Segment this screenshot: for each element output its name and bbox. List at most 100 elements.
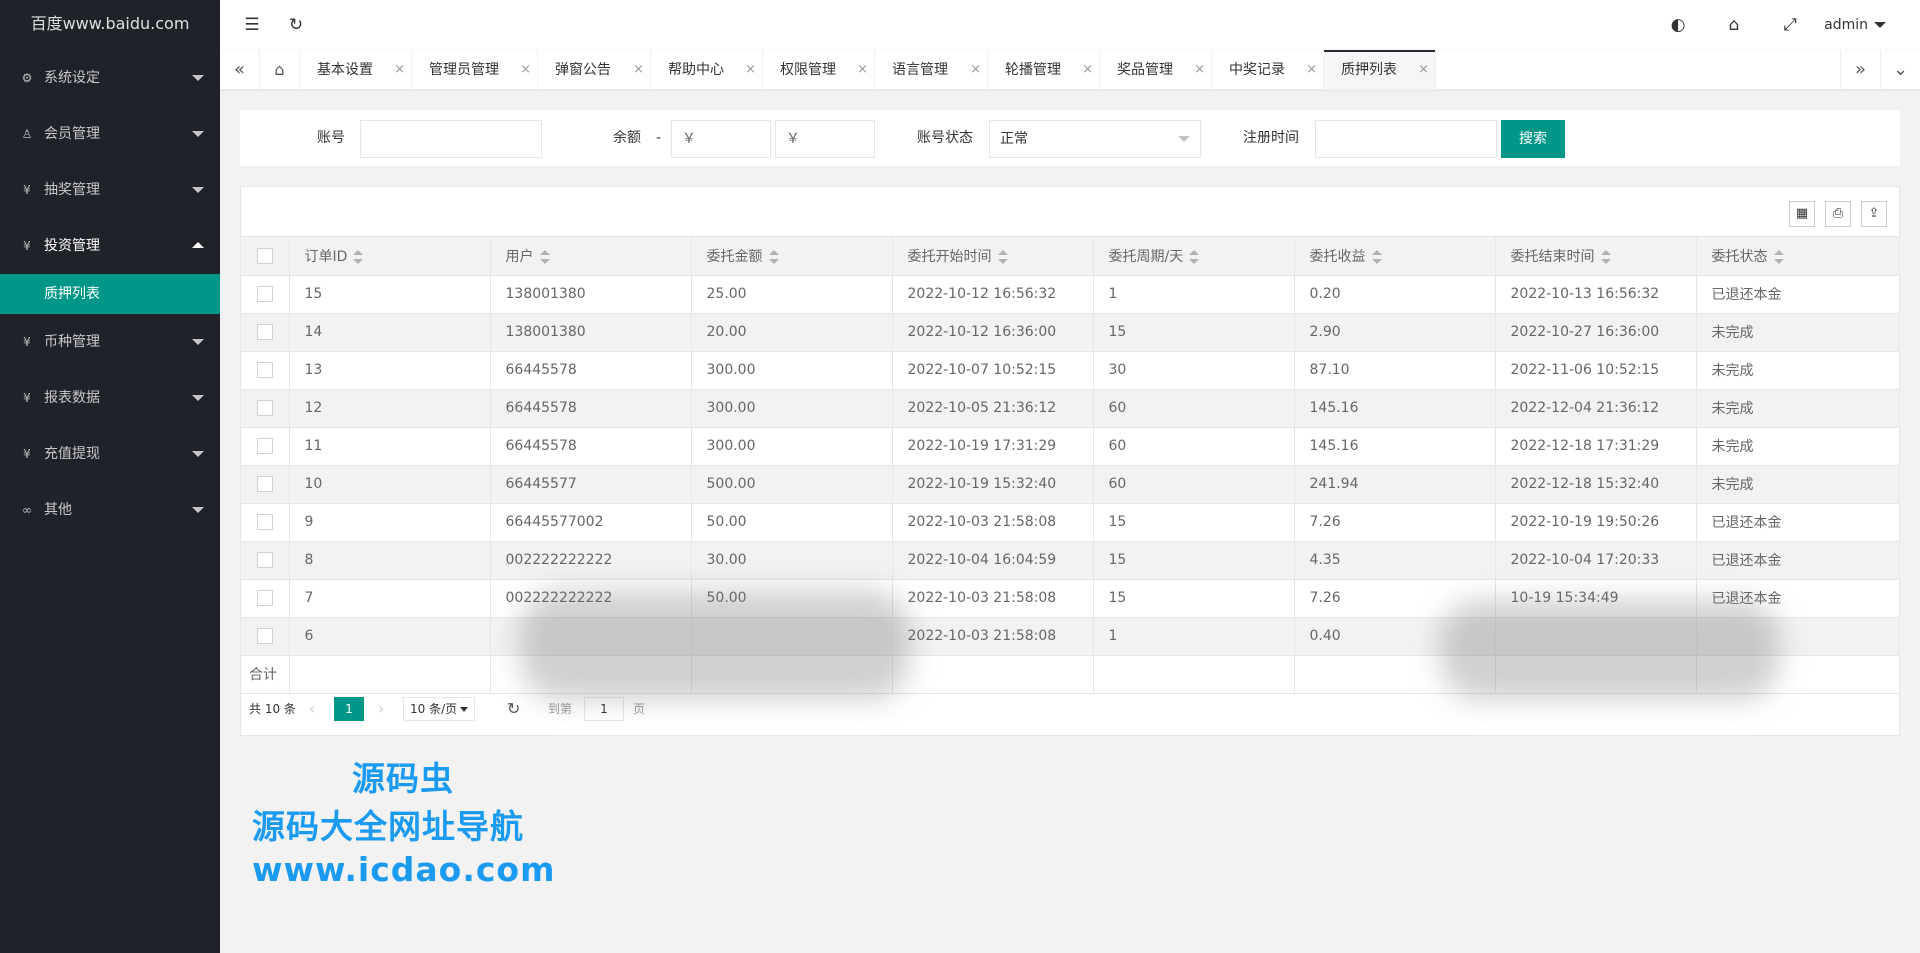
print-icon[interactable]: ⎙: [1825, 201, 1851, 227]
table-cell: 66445577: [490, 465, 692, 504]
close-icon[interactable]: ×: [1418, 50, 1429, 90]
page-size-select[interactable]: 10 条/页: [403, 697, 475, 721]
columns-filter-icon[interactable]: ▦: [1789, 201, 1815, 227]
sidebar-item[interactable]: ¥ 充值提现: [0, 426, 220, 482]
column-header[interactable]: 订单ID: [289, 237, 491, 276]
total-cell: [1093, 655, 1295, 694]
export-icon[interactable]: ⇪: [1861, 201, 1887, 227]
column-header[interactable]: 用户: [490, 237, 692, 276]
close-icon[interactable]: ×: [970, 50, 981, 90]
select-all-checkbox[interactable]: [256, 247, 273, 264]
tab[interactable]: 质押列表 ×: [1324, 50, 1436, 90]
yen-circle-icon: ¥: [23, 391, 31, 405]
menu-toggle-icon[interactable]: ☰: [232, 0, 272, 50]
close-icon[interactable]: ×: [857, 50, 868, 90]
sort-icon[interactable]: [1189, 249, 1200, 264]
prev-page-icon[interactable]: ‹: [309, 689, 315, 729]
row-checkbox[interactable]: [256, 324, 273, 340]
sort-icon[interactable]: [1371, 249, 1382, 264]
row-checkbox[interactable]: [256, 362, 273, 378]
reg-time-label: 注册时间: [1243, 130, 1299, 146]
row-checkbox[interactable]: [256, 286, 273, 302]
table-cell: 10: [289, 465, 491, 504]
row-checkbox[interactable]: [256, 514, 273, 530]
sort-icon[interactable]: [997, 249, 1008, 264]
column-header[interactable]: 委托金额: [691, 237, 893, 276]
tab[interactable]: 奖品管理 ×: [1100, 50, 1212, 90]
sidebar-item[interactable]: ⚙ 系统设定: [0, 50, 220, 106]
refresh-page-icon[interactable]: ↻: [507, 689, 520, 729]
row-checkbox[interactable]: [256, 476, 273, 492]
refresh-icon[interactable]: ↻: [276, 0, 316, 50]
theme-icon[interactable]: ◐: [1658, 0, 1698, 50]
row-checkbox[interactable]: [256, 400, 273, 416]
sidebar-subitem-active[interactable]: 质押列表: [0, 274, 220, 314]
close-icon[interactable]: ×: [520, 50, 531, 90]
close-icon[interactable]: ×: [745, 50, 756, 90]
user-menu[interactable]: admin: [1824, 0, 1886, 50]
account-input[interactable]: [360, 120, 542, 158]
tab[interactable]: 管理员管理 ×: [412, 50, 538, 90]
column-header[interactable]: 委托收益: [1294, 237, 1496, 276]
column-header-label: 用户: [505, 248, 534, 265]
goto-page-input[interactable]: 1: [584, 697, 624, 721]
search-button[interactable]: 搜索: [1501, 120, 1565, 158]
sidebar-item[interactable]: ¥ 抽奖管理: [0, 162, 220, 218]
row-checkbox[interactable]: [256, 590, 273, 606]
sidebar-item[interactable]: ¥ 报表数据: [0, 370, 220, 426]
tab[interactable]: 弹窗公告 ×: [538, 50, 651, 90]
column-header[interactable]: 委托状态: [1696, 237, 1899, 276]
table-cell: 已退还本金: [1696, 541, 1899, 580]
sidebar-item[interactable]: ¥ 投资管理: [0, 218, 220, 274]
row-checkbox[interactable]: [256, 438, 273, 454]
table-cell: 7: [289, 579, 491, 618]
balance-max-input[interactable]: ￥: [775, 120, 875, 158]
close-icon[interactable]: ×: [1082, 50, 1093, 90]
table-cell: 241.94: [1294, 465, 1496, 504]
tab[interactable]: 基本设置 ×: [300, 50, 412, 90]
sidebar-item[interactable]: ∞ 其他: [0, 482, 220, 538]
row-checkbox[interactable]: [256, 628, 273, 644]
sort-icon[interactable]: [768, 249, 779, 264]
tag-icon[interactable]: ⌂: [1714, 0, 1754, 50]
next-page-icon[interactable]: ›: [378, 689, 384, 729]
sidebar-item-label: 抽奖管理: [44, 182, 100, 198]
tab[interactable]: 轮播管理 ×: [988, 50, 1100, 90]
tabs-prev-icon[interactable]: «: [220, 50, 260, 90]
close-icon[interactable]: ×: [1194, 50, 1205, 90]
tab[interactable]: 语言管理 ×: [875, 50, 988, 90]
tab[interactable]: 中奖记录 ×: [1212, 50, 1324, 90]
sort-icon[interactable]: [1600, 249, 1611, 264]
row-checkbox[interactable]: [256, 552, 273, 568]
chevron-down-icon: [1178, 136, 1190, 142]
chevron-down-icon: [192, 187, 204, 193]
tabs-next-icon[interactable]: »: [1840, 50, 1880, 90]
table-cell: 13: [289, 351, 491, 390]
fullscreen-icon[interactable]: ⤢: [1770, 0, 1810, 50]
reg-time-input[interactable]: [1315, 120, 1497, 158]
sidebar-item[interactable]: ♙ 会员管理: [0, 106, 220, 162]
sidebar-item[interactable]: ¥ 币种管理: [0, 314, 220, 370]
table-row: 12 66445578 300.00 2022-10-05 21:36:12 60 145…: [241, 389, 1899, 428]
sort-icon[interactable]: [539, 249, 550, 264]
close-icon[interactable]: ×: [1306, 50, 1317, 90]
status-select[interactable]: 正常: [989, 120, 1201, 158]
sidebar-item-label: 投资管理: [44, 238, 100, 254]
sort-icon[interactable]: [353, 249, 364, 264]
gear-icon: ⚙: [21, 71, 33, 85]
close-icon[interactable]: ×: [394, 50, 405, 90]
status-label: 账号状态: [917, 130, 973, 146]
column-header[interactable]: 委托结束时间: [1495, 237, 1697, 276]
column-header-label: 委托金额: [706, 248, 763, 265]
tab[interactable]: 帮助中心 ×: [651, 50, 763, 90]
current-page[interactable]: 1: [334, 697, 364, 721]
column-header[interactable]: 委托周期/天: [1093, 237, 1295, 276]
tab[interactable]: 权限管理 ×: [763, 50, 875, 90]
home-tab-icon[interactable]: ⌂: [260, 50, 300, 90]
tabs-more-icon[interactable]: ⌄: [1880, 50, 1920, 90]
sort-icon[interactable]: [1773, 249, 1784, 264]
column-header[interactable]: 委托开始时间: [892, 237, 1094, 276]
balance-min-input[interactable]: ￥: [671, 120, 771, 158]
blur-overlay: [1440, 600, 1780, 700]
close-icon[interactable]: ×: [633, 50, 644, 90]
